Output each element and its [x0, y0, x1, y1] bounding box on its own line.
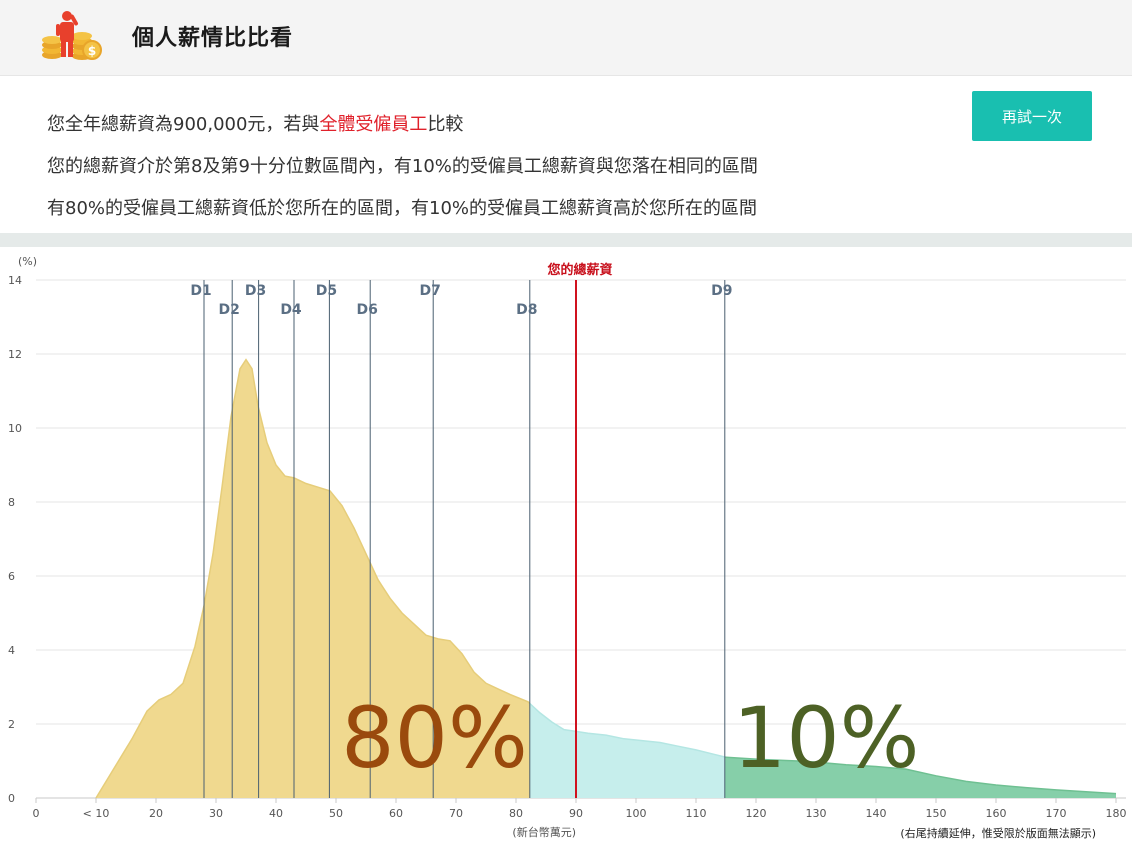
x-tick-label: 130	[806, 807, 827, 820]
y-axis-unit: (%)	[18, 255, 37, 268]
x-tick-label: 160	[986, 807, 1007, 820]
area-same	[529, 703, 725, 798]
annotation-above-percent: 10%	[733, 689, 920, 787]
section-divider	[0, 233, 1132, 247]
y-tick-label: 12	[8, 348, 22, 361]
x-tick-label: 140	[866, 807, 887, 820]
result-summary: 您全年總薪資為900,000元，若與全體受僱員工比較 您的總薪資介於第8及第9十…	[47, 104, 758, 230]
x-tick-label: 50	[329, 807, 343, 820]
x-tick-label: 80	[509, 807, 523, 820]
y-tick-label: 4	[8, 644, 15, 657]
x-tick-label: 90	[569, 807, 583, 820]
y-tick-label: 0	[8, 792, 15, 805]
x-tick-label: 30	[209, 807, 223, 820]
decile-label-d4: D4	[280, 302, 302, 318]
x-tick-label: 100	[626, 807, 647, 820]
retry-button[interactable]: 再試一次	[972, 91, 1092, 141]
y-tick-label: 6	[8, 570, 15, 583]
chart-footnote: (右尾持續延伸，惟受限於版面無法顯示)	[900, 826, 1096, 840]
x-tick-label: < 10	[83, 807, 110, 820]
decile-label-d7: D7	[420, 283, 441, 299]
y-tick-label: 2	[8, 718, 15, 731]
svg-text:$: $	[88, 44, 96, 58]
x-tick-label: 70	[449, 807, 463, 820]
decile-label-d6: D6	[357, 302, 378, 318]
annotation-below-percent: 80%	[341, 689, 528, 787]
x-tick-label: 20	[149, 807, 163, 820]
x-tick-label: 170	[1046, 807, 1067, 820]
y-tick-label: 10	[8, 422, 22, 435]
summary-line-1-start: 您全年總薪資為900,000元，若與	[47, 114, 320, 135]
decile-label-d3: D3	[245, 283, 266, 299]
x-tick-label: 60	[389, 807, 403, 820]
summary-line-1-end: 比較	[427, 114, 464, 135]
salary-distribution-chart: 0 2 4 6 8 10 12 14 (%) D1 D2 D3 D4 D5 D6 D7 D8 D9 您的總薪資 80%…	[8, 255, 1127, 840]
decile-label-d1: D1	[190, 283, 211, 299]
comparison-group: 全體受僱員工	[319, 114, 428, 135]
summary-line-2: 您的總薪資介於第8及第9十分位數區間內，有10%的受僱員工總薪資與您落在相同的區…	[47, 156, 758, 177]
user-salary-label: 您的總薪資	[547, 262, 612, 278]
x-tick-label: 150	[926, 807, 947, 820]
decile-label-d2: D2	[219, 302, 240, 318]
page-title: 個人薪情比比看	[132, 26, 294, 51]
decile-label-d5: D5	[316, 283, 337, 299]
x-tick-label: 180	[1106, 807, 1127, 820]
salary-coins-icon: $	[42, 11, 102, 60]
x-tick-label: 110	[686, 807, 707, 820]
summary-line-3: 有80%的受僱員工總薪資低於您所在的區間，有10%的受僱員工總薪資高於您所在的區…	[47, 198, 758, 219]
x-tick-label: 0	[33, 807, 40, 820]
page-header: $ 個人薪情比比看	[0, 0, 1132, 76]
decile-label-d9: D9	[711, 283, 732, 299]
x-tick-label: 40	[269, 807, 283, 820]
x-tick-label: 120	[746, 807, 767, 820]
summary-line-1: 您全年總薪資為900,000元，若與全體受僱員工比較	[47, 104, 758, 146]
y-tick-label: 8	[8, 496, 15, 509]
decile-label-d8: D8	[516, 302, 537, 318]
y-tick-label: 14	[8, 274, 22, 287]
x-axis-unit: (新台幣萬元)	[512, 825, 576, 839]
